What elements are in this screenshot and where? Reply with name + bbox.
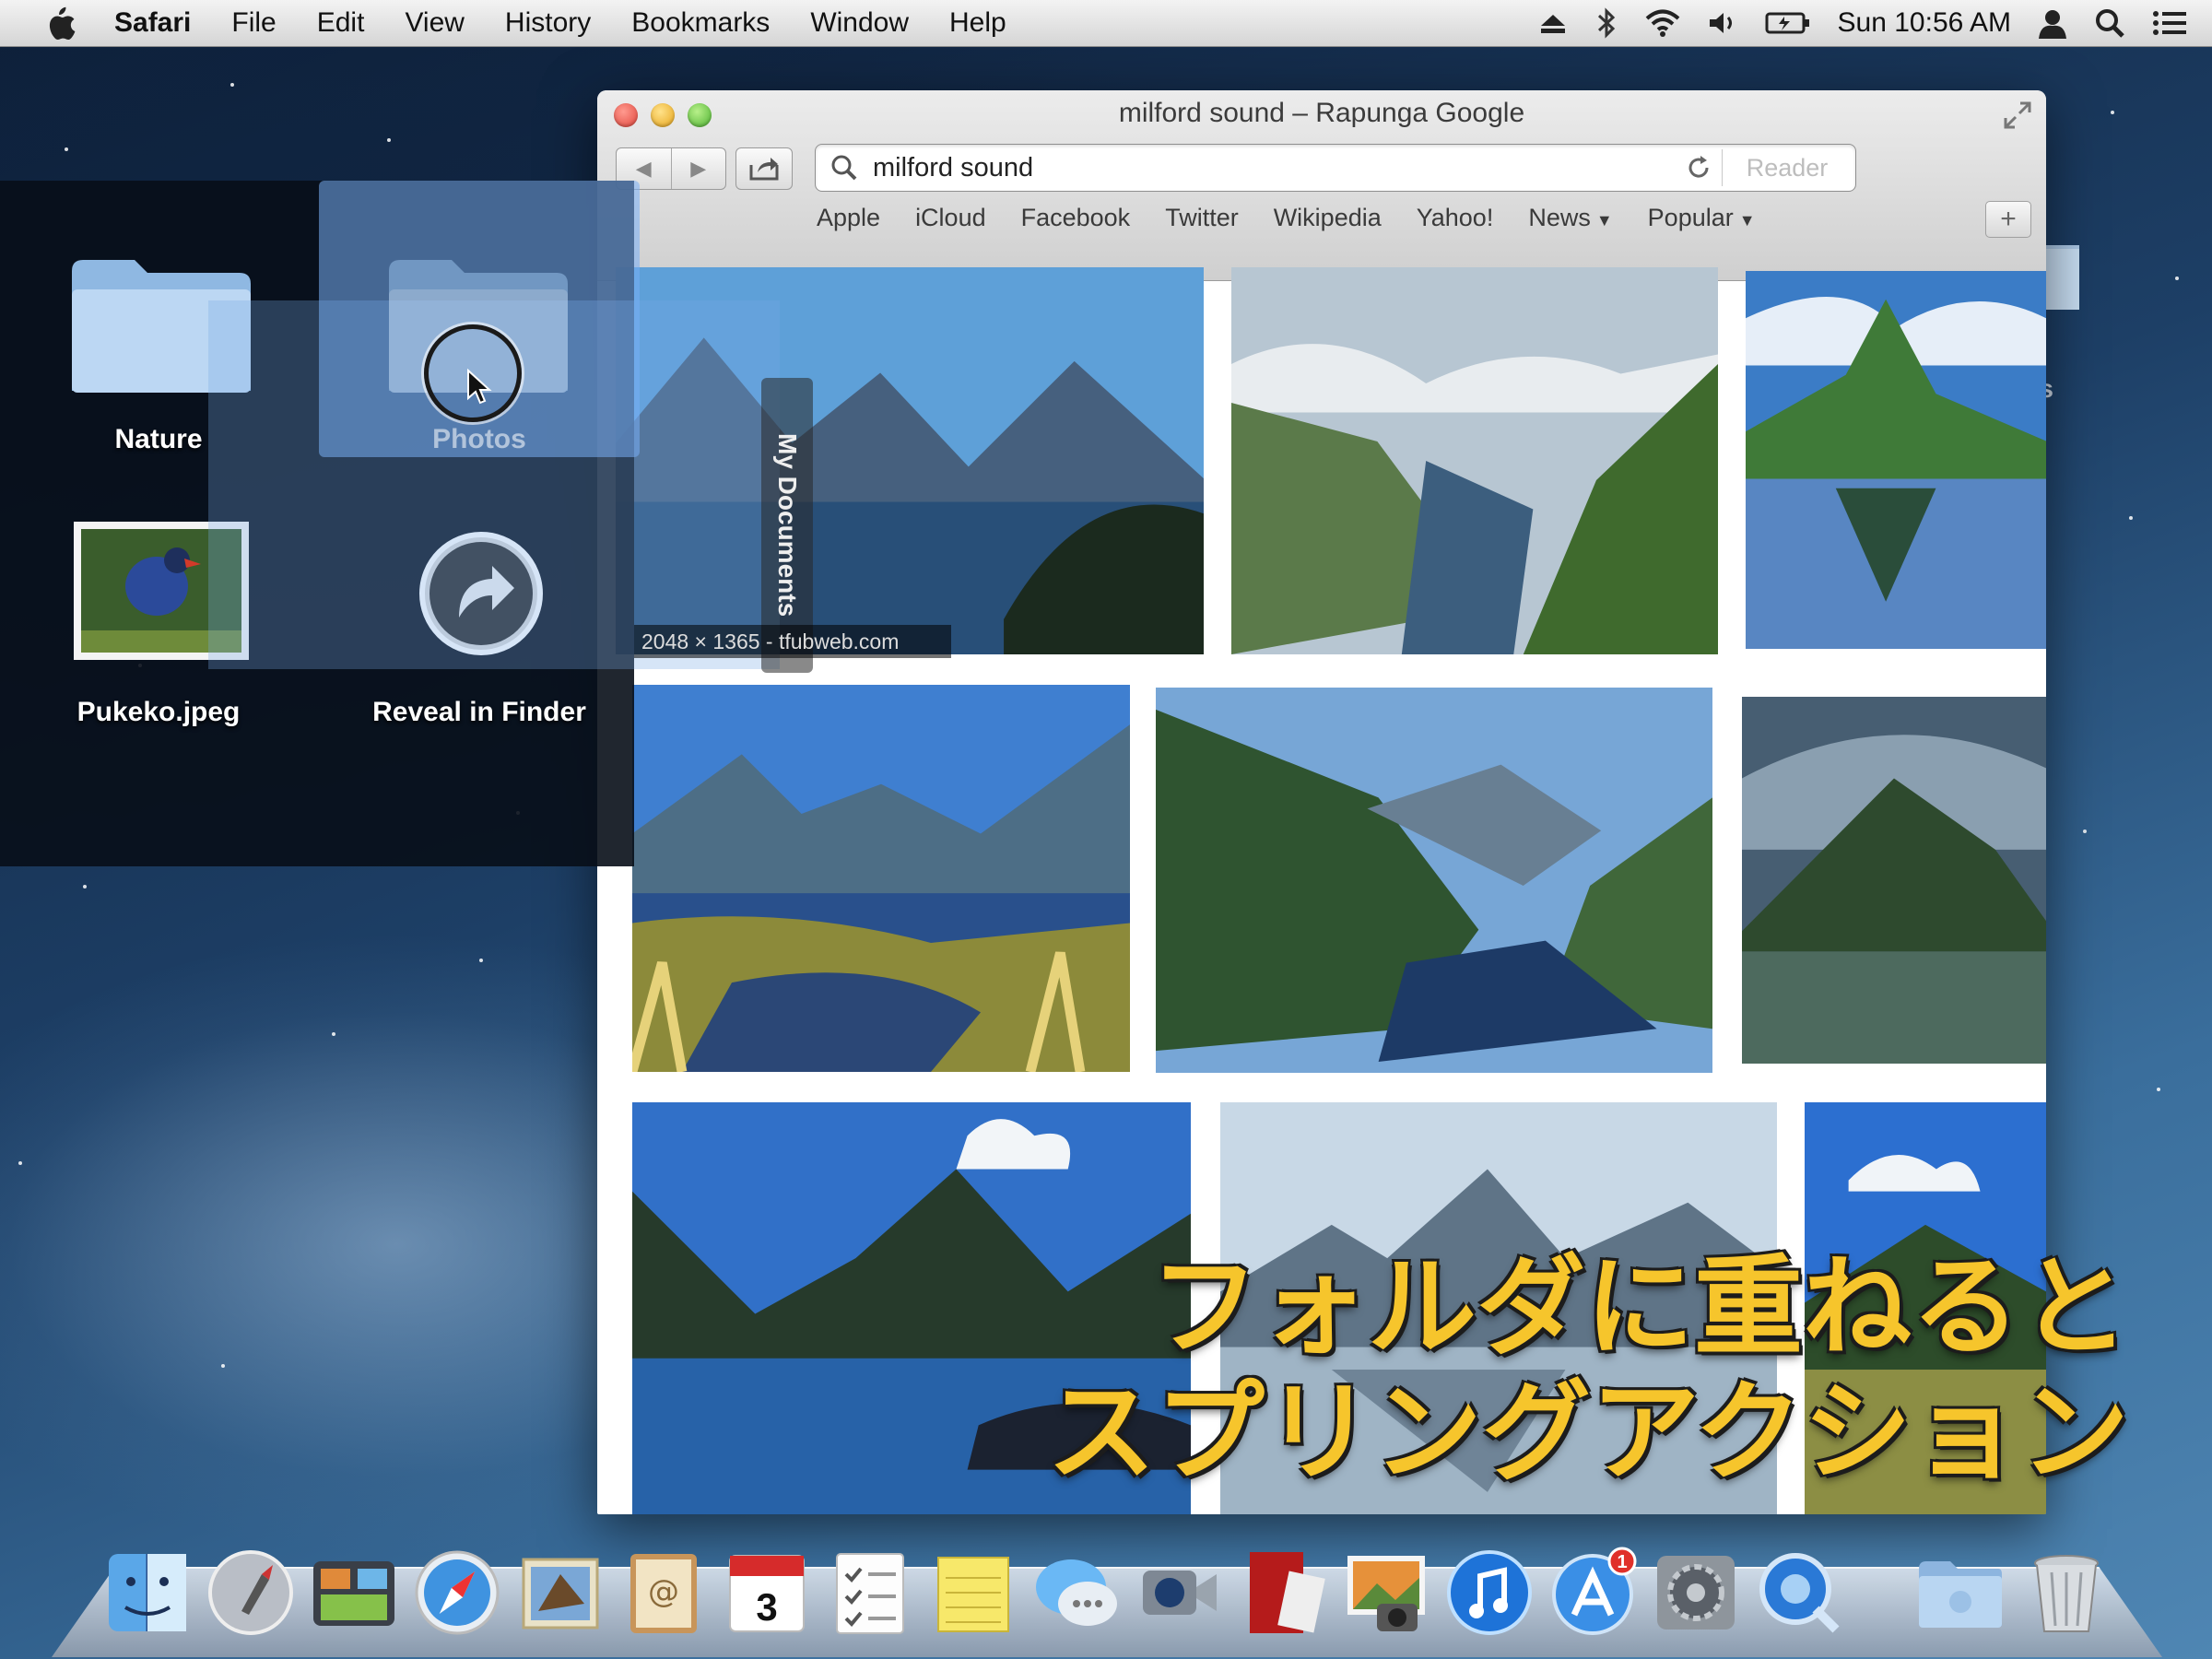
bookmark-apple[interactable]: Apple: [817, 204, 880, 232]
messages-icon[interactable]: [1030, 1545, 1123, 1641]
chevron-down-icon: ▼: [1738, 210, 1756, 229]
battery-icon[interactable]: [1764, 9, 1812, 37]
mission-control-icon[interactable]: [308, 1545, 400, 1641]
menu-file[interactable]: File: [231, 7, 276, 39]
mail-icon[interactable]: [514, 1545, 606, 1641]
volume-icon[interactable]: [1707, 9, 1738, 37]
menu-history[interactable]: History: [505, 7, 591, 39]
new-tab-button[interactable]: +: [1985, 201, 2031, 238]
photo-booth-icon[interactable]: [1237, 1545, 1329, 1641]
finder-icon[interactable]: [101, 1545, 194, 1641]
iphoto-icon[interactable]: [1340, 1545, 1432, 1641]
menu-app-name[interactable]: Safari: [114, 7, 191, 39]
subtitle-line-2: スプリングアクション: [1046, 1369, 2129, 1496]
bookmark-facebook[interactable]: Facebook: [1021, 204, 1131, 232]
bookmark-twitter[interactable]: Twitter: [1165, 204, 1239, 232]
clock[interactable]: Sun 10:56 AM: [1838, 7, 2011, 39]
subtitle-caption: フォルダに重ねると スプリングアクション: [1047, 1244, 2129, 1495]
eject-icon[interactable]: [1537, 9, 1569, 37]
window-toolbar: milford sound – Rapunga Google ◀ ▶ Reade…: [597, 90, 2046, 281]
menu-bar: Safari File Edit View History Bookmarks …: [0, 0, 2212, 47]
subtitle-line-1: フォルダに重ねると: [1149, 1243, 2129, 1371]
facetime-icon[interactable]: [1134, 1545, 1226, 1641]
stack-item-label[interactable]: Reveal in Finder: [359, 697, 599, 728]
svg-text:@: @: [648, 1573, 679, 1610]
menu-edit[interactable]: Edit: [317, 7, 365, 39]
bluetooth-icon[interactable]: [1594, 7, 1618, 39]
stack-item-label: Photos: [432, 424, 526, 454]
mouse-pointer-icon: [467, 369, 492, 405]
bookmark-yahoo[interactable]: Yahoo!: [1417, 204, 1494, 232]
notes-icon[interactable]: [927, 1545, 1019, 1641]
system-preferences-icon[interactable]: [1650, 1545, 1742, 1641]
wifi-icon[interactable]: [1644, 8, 1681, 38]
smart-search-field: Reader: [815, 144, 1856, 192]
my-documents-label: My Documents: [773, 433, 802, 618]
documents-folder-icon[interactable]: [1913, 1545, 2006, 1641]
image-result[interactable]: [1742, 697, 2046, 1064]
share-icon: [749, 158, 779, 181]
forward-button[interactable]: ▶: [670, 148, 726, 189]
image-result[interactable]: [1746, 271, 2046, 649]
stack-item-label: Pukeko.jpeg: [76, 697, 241, 727]
spotlight-icon[interactable]: [2094, 7, 2125, 39]
calendar-icon[interactable]: 3: [721, 1545, 813, 1641]
launchpad-icon[interactable]: [205, 1545, 297, 1641]
dock: @ 3 1: [101, 1530, 2129, 1641]
trash-icon[interactable]: [2020, 1545, 2112, 1641]
calendar-day: 3: [756, 1585, 777, 1629]
user-icon[interactable]: [2037, 7, 2068, 39]
bookmark-news-label: News: [1528, 203, 1591, 231]
bookmark-wikipedia[interactable]: Wikipedia: [1274, 204, 1382, 232]
contacts-icon[interactable]: @: [618, 1545, 710, 1641]
image-result[interactable]: [1156, 688, 1712, 1073]
menu-bookmarks[interactable]: Bookmarks: [631, 7, 770, 39]
app-store-badge: 1: [1617, 1552, 1627, 1572]
search-icon: [831, 155, 857, 181]
image-result[interactable]: [632, 685, 1130, 1072]
bookmark-news-folder[interactable]: News ▼: [1528, 204, 1612, 232]
notification-center-icon[interactable]: [2151, 8, 2188, 38]
bookmark-popular-label: Popular: [1647, 203, 1734, 231]
menu-view[interactable]: View: [405, 7, 464, 39]
bookmark-popular-folder[interactable]: Popular ▼: [1648, 204, 1756, 232]
address-input[interactable]: [871, 151, 1685, 184]
share-button[interactable]: [735, 147, 793, 190]
itunes-icon[interactable]: [1443, 1545, 1535, 1641]
apple-menu-icon[interactable]: [41, 5, 79, 41]
reload-icon[interactable]: [1685, 154, 1712, 182]
menu-window[interactable]: Window: [810, 7, 909, 39]
bookmark-icloud[interactable]: iCloud: [915, 204, 986, 232]
safari-icon[interactable]: [411, 1545, 503, 1641]
app-store-icon[interactable]: 1: [1547, 1545, 1639, 1641]
quicktime-icon[interactable]: [1753, 1545, 1845, 1641]
chevron-down-icon: ▼: [1595, 210, 1613, 229]
fullscreen-icon[interactable]: [2002, 100, 2033, 131]
bookmarks-bar: Apple iCloud Facebook Twitter Wikipedia …: [817, 199, 1756, 236]
reminders-icon[interactable]: [824, 1545, 916, 1641]
image-dimensions-caption: 2048 × 1365 - tfubweb.com: [634, 625, 951, 658]
window-title: milford sound – Rapunga Google: [1118, 98, 1525, 128]
image-result[interactable]: [1231, 267, 1718, 654]
menu-help[interactable]: Help: [949, 7, 1006, 39]
reader-button[interactable]: Reader: [1722, 149, 1852, 186]
